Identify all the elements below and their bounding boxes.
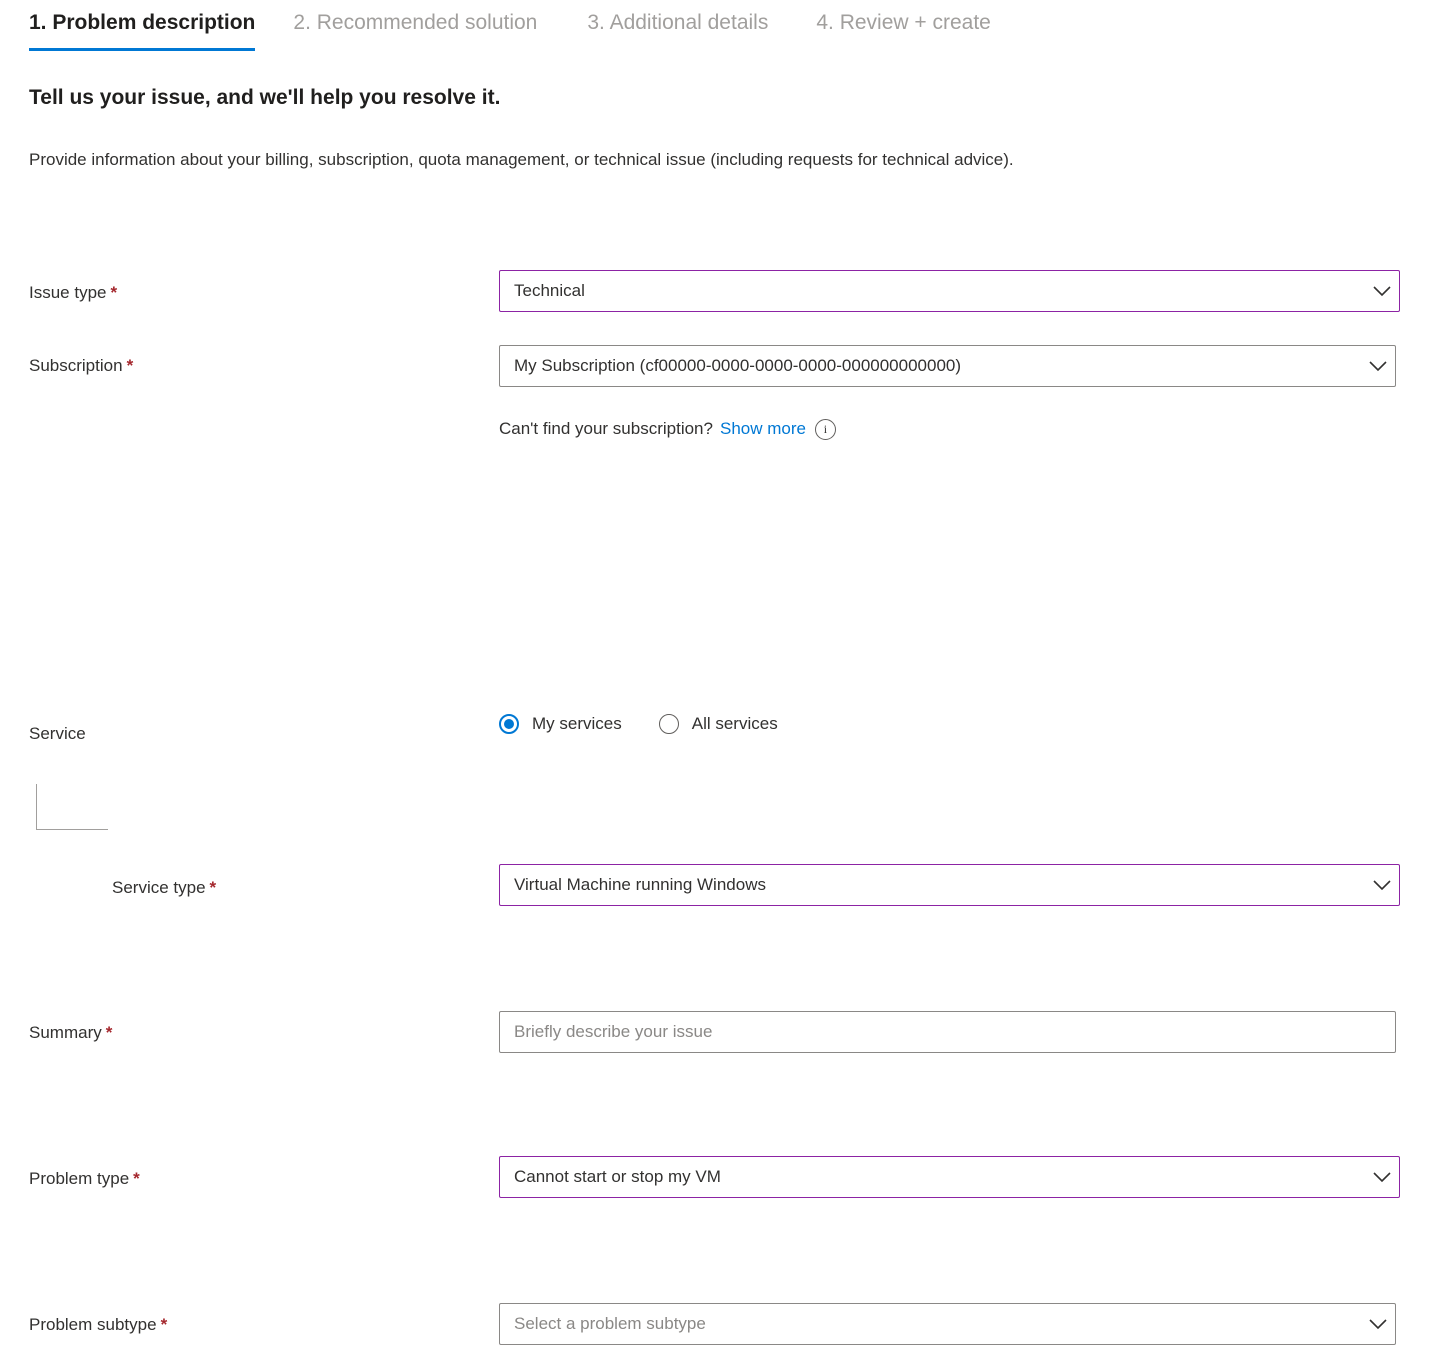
problem-description-form: Issue type* Technical Subscription* My S… (0, 260, 1444, 849)
tab-review-create[interactable]: 4. Review + create (816, 0, 991, 51)
row-subscription-hint: Can't find your subscription? Show more … (0, 406, 1444, 480)
subscription-required-marker: * (127, 356, 134, 375)
tab-problem-description[interactable]: 1. Problem description (29, 0, 255, 51)
chevron-down-icon (1365, 880, 1399, 891)
row-problem-subtype: Problem subtype* Select a problem subtyp… (0, 776, 1444, 849)
subscription-hint: Can't find your subscription? Show more … (499, 418, 836, 440)
row-service-type: Service type* Virtual Machine running Wi… (0, 557, 1444, 630)
problem-type-required-marker: * (133, 1169, 140, 1188)
tab-review-create-label: 4. Review + create (816, 11, 991, 34)
row-subscription: Subscription* My Subscription (cf00000-0… (0, 333, 1444, 406)
chevron-down-icon (1365, 286, 1399, 297)
issue-type-value: Technical (500, 280, 1365, 302)
subscription-label-text: Subscription (29, 356, 123, 375)
wizard-step-tabs: 1. Problem description 2. Recommended so… (0, 0, 1444, 54)
summary-required-marker: * (106, 1023, 113, 1042)
service-type-value: Virtual Machine running Windows (500, 874, 1365, 896)
problem-subtype-dropdown[interactable]: Select a problem subtype (499, 1303, 1396, 1345)
problem-subtype-label-text: Problem subtype (29, 1315, 157, 1334)
chevron-down-icon (1361, 361, 1395, 372)
subscription-dropdown[interactable]: My Subscription (cf00000-0000-0000-0000-… (499, 345, 1396, 387)
problem-subtype-label: Problem subtype* (29, 1314, 167, 1336)
issue-type-required-marker: * (111, 283, 118, 302)
summary-label-text: Summary (29, 1023, 102, 1042)
problem-subtype-placeholder: Select a problem subtype (500, 1313, 1361, 1335)
row-problem-type: Problem type* Cannot start or stop my VM (0, 703, 1444, 776)
show-more-link[interactable]: Show more (720, 418, 806, 440)
problem-type-label-text: Problem type (29, 1169, 129, 1188)
issue-type-label: Issue type* (29, 282, 117, 304)
row-issue-type: Issue type* Technical (0, 260, 1444, 333)
issue-type-dropdown[interactable]: Technical (499, 270, 1400, 312)
service-type-label-text: Service type (112, 878, 206, 897)
tab-problem-description-label: 1. Problem description (29, 11, 255, 34)
page-description: Provide information about your billing, … (29, 144, 1369, 176)
service-type-required-marker: * (210, 878, 217, 897)
service-type-label: Service type* (112, 877, 216, 899)
problem-type-dropdown[interactable]: Cannot start or stop my VM (499, 1156, 1400, 1198)
page-title: Tell us your issue, and we'll help you r… (29, 84, 500, 112)
problem-type-label: Problem type* (29, 1168, 140, 1190)
info-icon[interactable]: i (815, 419, 836, 440)
chevron-down-icon (1361, 1319, 1395, 1330)
tab-recommended-solution[interactable]: 2. Recommended solution (293, 0, 537, 51)
tab-additional-details-label: 3. Additional details (587, 11, 768, 34)
summary-placeholder: Briefly describe your issue (500, 1021, 1395, 1043)
row-service: Service My services All services (0, 480, 1444, 557)
subscription-hint-text: Can't find your subscription? (499, 418, 713, 440)
issue-type-label-text: Issue type (29, 283, 107, 302)
chevron-down-icon (1365, 1172, 1399, 1183)
tab-recommended-solution-label: 2. Recommended solution (293, 11, 537, 34)
summary-input[interactable]: Briefly describe your issue (499, 1011, 1396, 1053)
summary-label: Summary* (29, 1022, 112, 1044)
subscription-label: Subscription* (29, 355, 133, 377)
row-summary: Summary* Briefly describe your issue (0, 630, 1444, 703)
tab-additional-details[interactable]: 3. Additional details (587, 0, 768, 51)
subscription-value: My Subscription (cf00000-0000-0000-0000-… (500, 355, 1361, 377)
problem-type-value: Cannot start or stop my VM (500, 1166, 1365, 1188)
service-type-dropdown[interactable]: Virtual Machine running Windows (499, 864, 1400, 906)
problem-subtype-required-marker: * (161, 1315, 168, 1334)
